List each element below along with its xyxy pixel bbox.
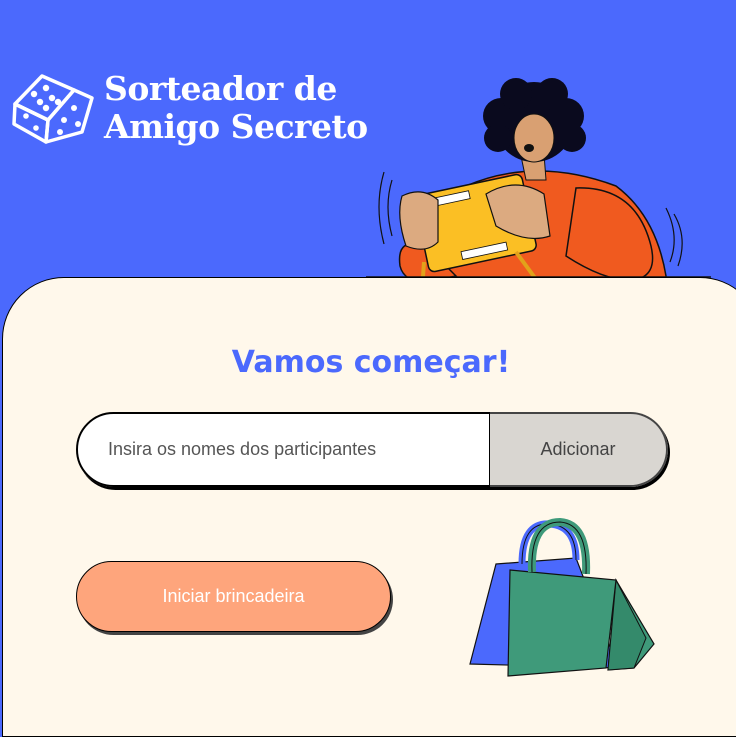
brand-title: Sorteador de Amigo Secreto [104,70,368,146]
header: Sorteador de Amigo Secreto [0,0,736,308]
participant-form: Adicionar [76,412,668,487]
page-title: Vamos começar! [231,345,511,380]
start-game-button[interactable]: Iniciar brincadeira [76,561,391,632]
add-button[interactable]: Adicionar [490,412,668,487]
brand-line-2: Amigo Secreto [104,107,368,146]
shopping-bags-illustration [469,518,655,677]
participant-name-input[interactable] [76,412,491,487]
dice-icon [12,74,94,144]
brand-line-1: Sorteador de [104,69,337,108]
person-holding-tablet-illustration [366,78,711,308]
